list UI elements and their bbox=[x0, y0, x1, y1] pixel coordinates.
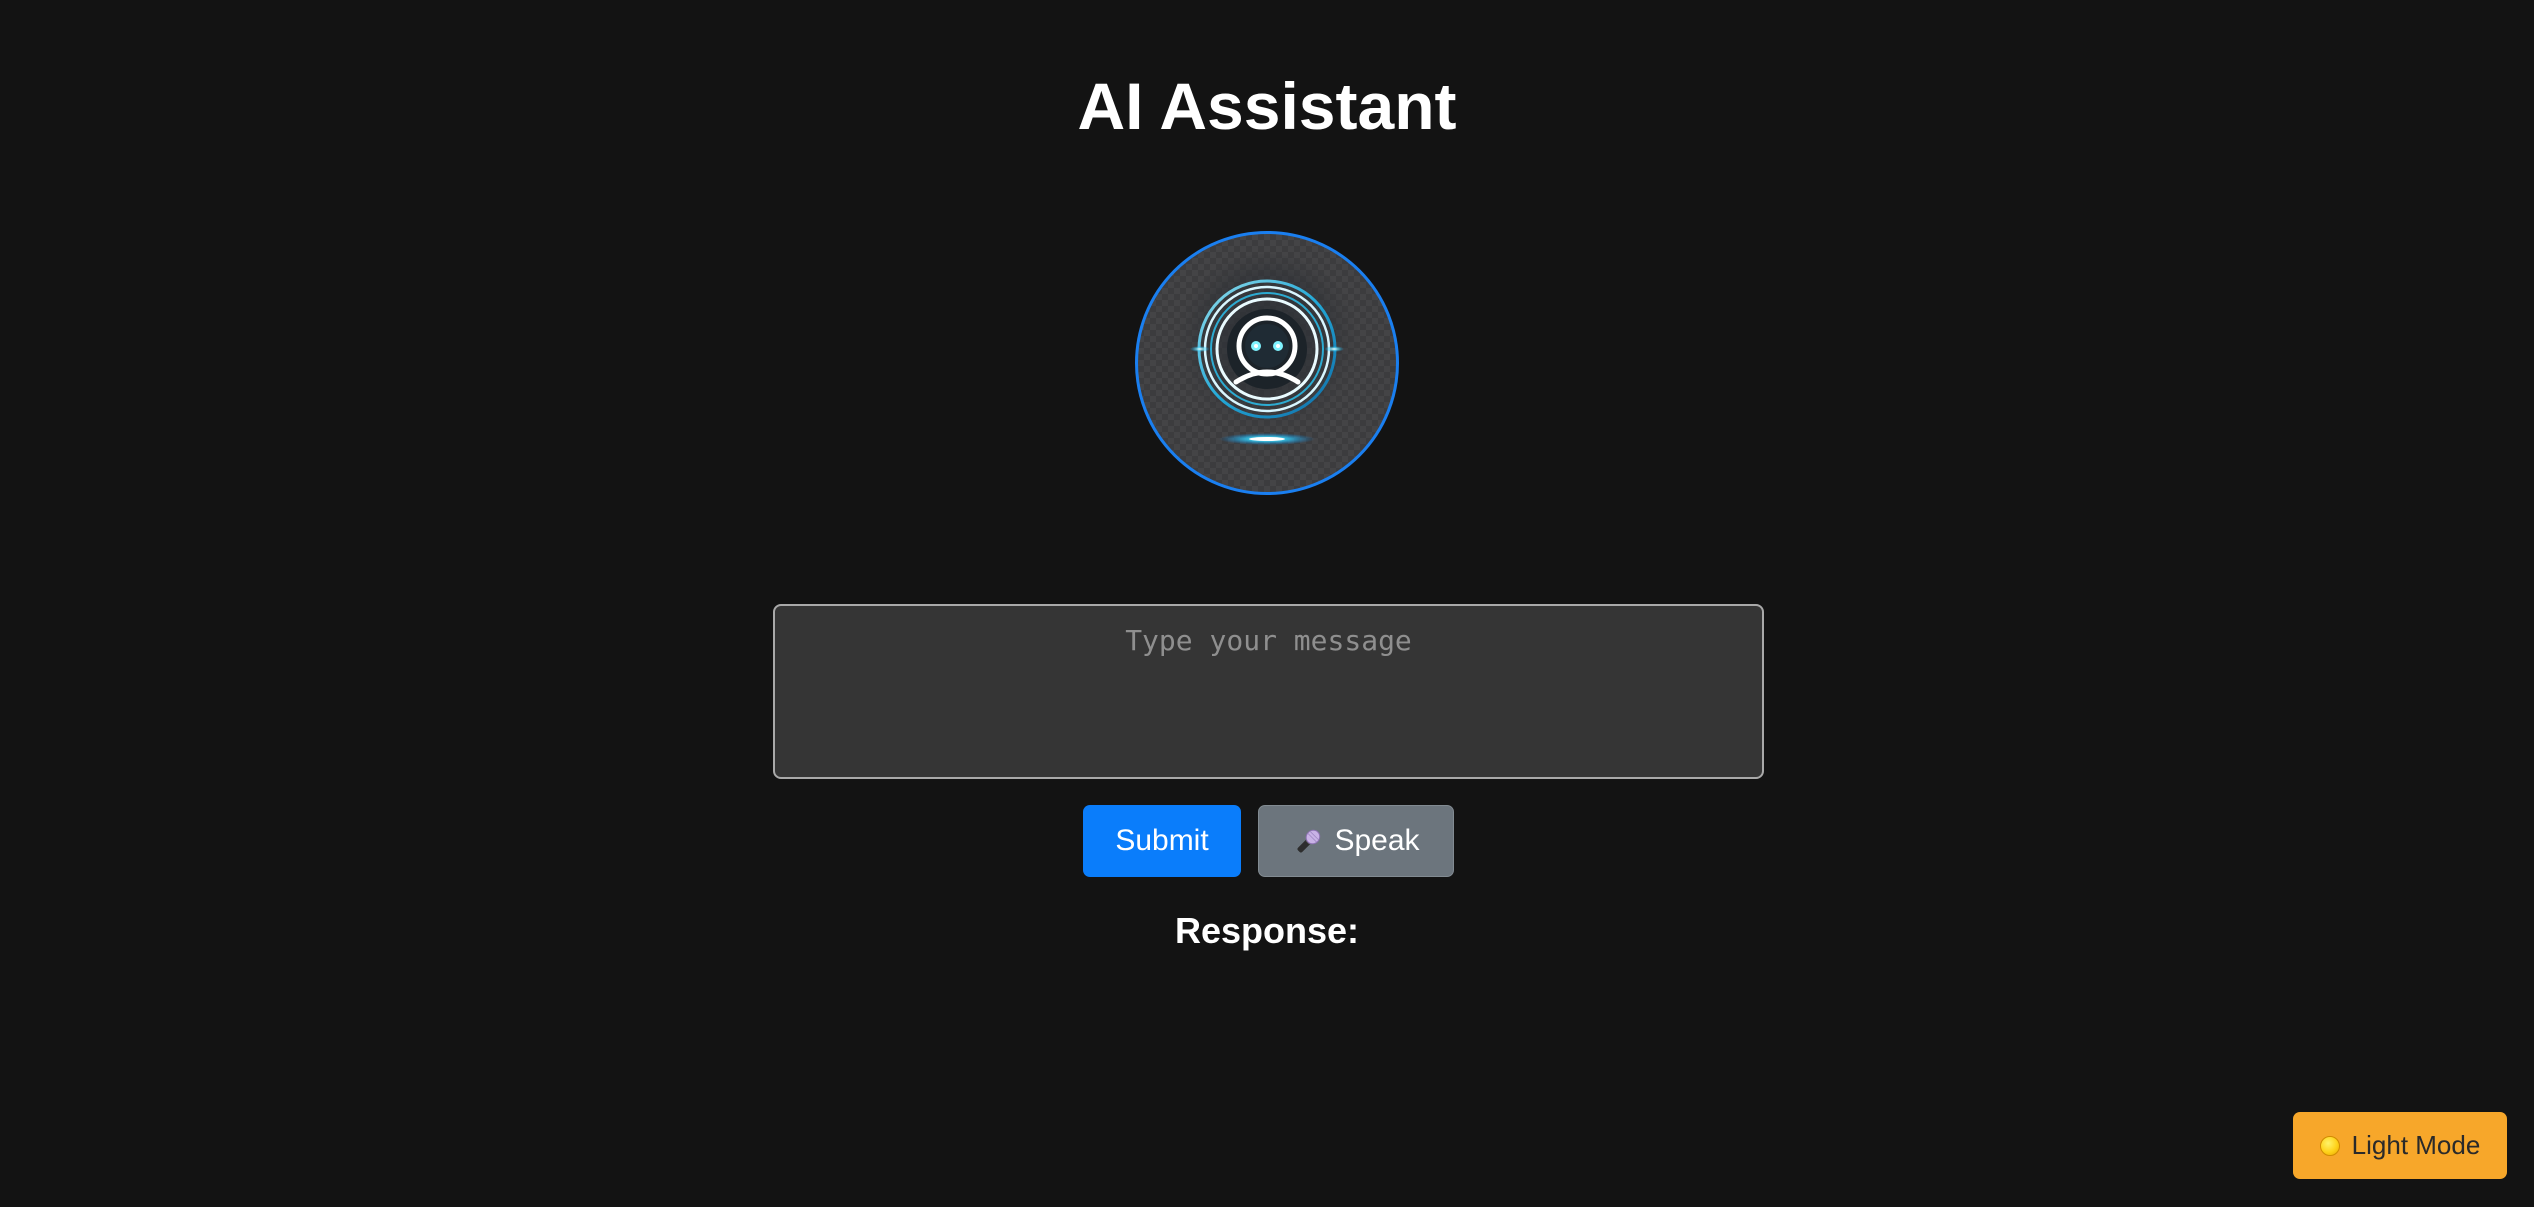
light-mode-toggle[interactable]: Light Mode bbox=[2293, 1112, 2507, 1179]
sun-icon bbox=[2319, 1135, 2340, 1156]
microphone-icon bbox=[1292, 826, 1324, 858]
submit-button[interactable]: Submit bbox=[1083, 805, 1241, 877]
page: AI Assistant Type your message Submit Sp… bbox=[0, 0, 2534, 1207]
assistant-avatar bbox=[1135, 231, 1399, 495]
robot-assistant-icon bbox=[1172, 254, 1362, 445]
speak-label: Speak bbox=[1334, 824, 1420, 857]
message-input[interactable] bbox=[773, 604, 1764, 779]
response-text bbox=[773, 966, 1764, 1006]
response-heading: Response: bbox=[1174, 910, 1360, 951]
page-title: AI Assistant bbox=[1077, 69, 1457, 143]
submit-label: Submit bbox=[1115, 824, 1209, 857]
speak-button[interactable]: Speak bbox=[1258, 805, 1454, 877]
light-mode-label: Light Mode bbox=[2351, 1130, 2481, 1160]
